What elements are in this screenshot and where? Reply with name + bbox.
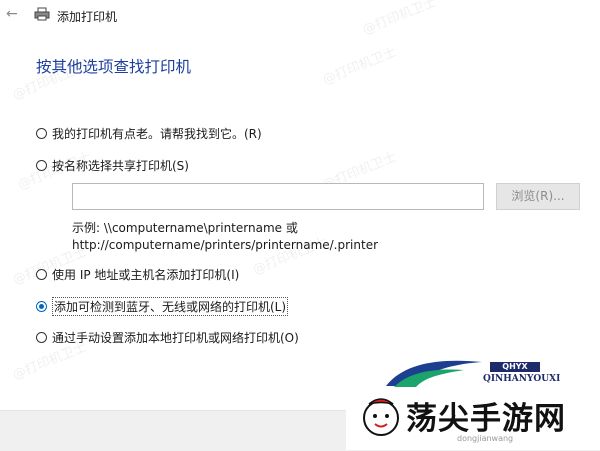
back-arrow-icon[interactable]: ← [6,6,22,22]
option-manual-local[interactable]: 通过手动设置添加本地打印机或网络打印机(O) [36,328,299,346]
radio-button[interactable] [36,127,47,139]
browse-button[interactable]: 浏览(R)... [496,183,580,210]
wave-logo-icon [386,360,482,387]
option-bluetooth-wireless-network[interactable]: 添加可检测到蓝牙、无线或网络的打印机(L) [36,296,289,316]
page-heading: 按其他选项查找打印机 [36,58,192,76]
option-ip-address[interactable]: 使用 IP 地址或主机名添加打印机(I) [36,265,239,283]
example-line-1: 示例: \\computername\printername 或 [72,221,298,235]
title-bar: ← 添加打印机 [0,0,600,32]
radio-button[interactable] [36,159,47,171]
option-shared-printer[interactable]: 按名称选择共享打印机(S) [36,156,189,174]
logo-english-text: QINHANYOUXI [483,374,561,384]
option-label: 使用 IP 地址或主机名添加打印机(I) [52,267,240,282]
logo-text: 荡尖手游网 [406,401,566,437]
site-logo: QHYX QINHANYOUXI 荡尖手游网 dongjianwang [346,350,600,450]
window-title: 添加打印机 [57,10,118,24]
printer-icon [34,7,50,21]
option-old-printer[interactable]: 我的打印机有点老。请帮我找到它。(R) [36,124,262,142]
option-label: 通过手动设置添加本地打印机或网络打印机(O) [52,330,299,345]
radio-button[interactable] [36,268,47,280]
logo-url: dongjianwang [457,434,514,443]
mascot-icon [363,398,399,436]
option-label: 按名称选择共享打印机(S) [52,158,189,173]
radio-button[interactable] [36,331,47,343]
example-line-2: http://computername/printers/printername… [72,238,379,252]
shared-printer-name-input[interactable] [72,183,484,210]
option-label: 添加可检测到蓝牙、无线或网络的打印机(L) [52,296,289,316]
option-label: 我的打印机有点老。请帮我找到它。(R) [52,126,262,141]
logo-badge: QHYX [490,362,540,372]
radio-button-selected[interactable] [36,300,47,312]
example-text: 示例: \\computername\printername 或 http://… [72,220,378,254]
watermark: @打印机卫士 [320,44,399,88]
